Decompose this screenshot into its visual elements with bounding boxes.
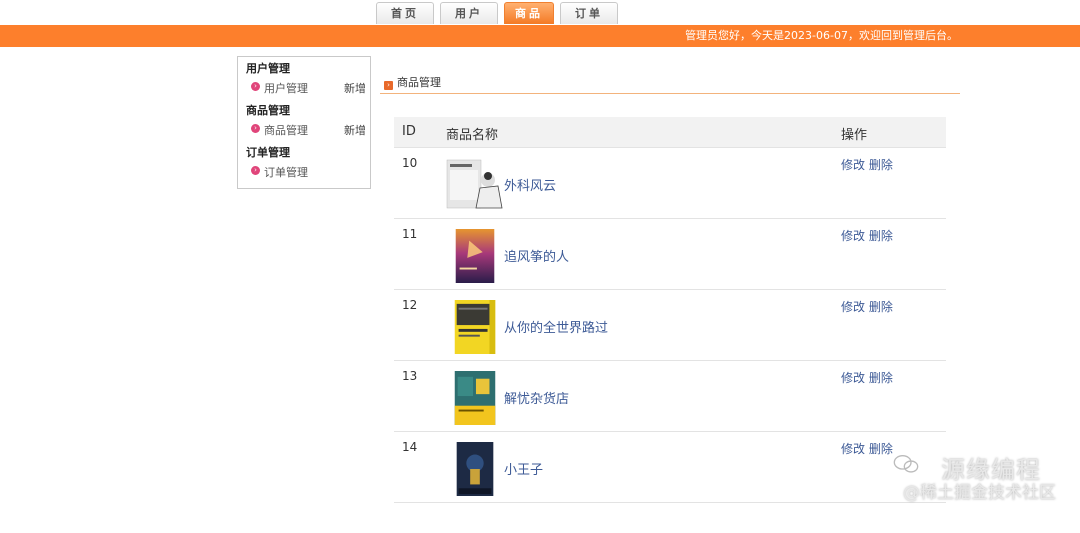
sidebar-section-products-title: 商品管理 (246, 104, 290, 117)
tab-home[interactable]: 首页 (376, 2, 434, 24)
sidebar-item-label[interactable]: 用户管理 (264, 80, 308, 96)
add-user-link[interactable]: 新增 (344, 80, 366, 96)
edit-link[interactable]: 修改 (841, 158, 865, 172)
add-product-link[interactable]: 新增 (344, 122, 366, 138)
table-header: ID 商品名称 操作 (394, 117, 946, 148)
row-actions: 修改 删除 (841, 227, 893, 244)
edit-link[interactable]: 修改 (841, 371, 865, 385)
product-table: ID 商品名称 操作 10 外科风云 修改 删除 11 追风筝的人 修改 删除 (394, 117, 946, 533)
row-id: 13 (402, 369, 418, 383)
sidebar-item-product-manage: › 商品管理 新增 (238, 119, 370, 141)
arrow-bullet-icon: › (251, 124, 260, 133)
sidebar: 用户管理 › 用户管理 新增 商品管理 › 商品管理 新增 订单管理 › 订单管… (237, 56, 371, 189)
watermark: 源缘编程 @稀土掘金技术社区 (893, 448, 1073, 503)
delete-link[interactable]: 删除 (869, 442, 893, 456)
product-name-link[interactable]: 追风筝的人 (504, 246, 569, 265)
tab-orders[interactable]: 订单 (560, 2, 618, 24)
wechat-icon (893, 455, 919, 473)
delete-link[interactable]: 删除 (869, 371, 893, 385)
product-name-link[interactable]: 外科风云 (504, 175, 556, 194)
column-header-ops: 操作 (841, 128, 868, 143)
row-id: 11 (402, 227, 418, 241)
edit-link[interactable]: 修改 (841, 300, 865, 314)
book-cover-image (454, 300, 496, 354)
arrow-bullet-icon: › (251, 82, 260, 91)
row-actions: 修改 删除 (841, 369, 893, 386)
tab-users[interactable]: 用户 (440, 2, 498, 24)
product-name-link[interactable]: 解忧杂货店 (504, 388, 569, 407)
book-cover-image (456, 442, 494, 496)
row-actions: 修改 删除 (841, 298, 893, 315)
row-actions: 修改 删除 (841, 440, 893, 457)
table-row (394, 503, 946, 533)
sidebar-item-label[interactable]: 订单管理 (264, 164, 308, 180)
watermark-subtitle: @稀土掘金技术社区 (903, 483, 1056, 503)
page-title: › 商品管理 (384, 74, 441, 90)
sidebar-item-user-manage: › 用户管理 新增 (238, 77, 370, 99)
tab-products[interactable]: 商品 (504, 2, 554, 24)
column-header-name: 商品名称 (446, 128, 499, 143)
product-name-link[interactable]: 小王子 (504, 459, 543, 478)
sidebar-section-users-title: 用户管理 (246, 62, 290, 75)
sidebar-item-order-manage: › 订单管理 (238, 161, 370, 183)
row-id: 12 (402, 298, 418, 312)
table-row: 10 外科风云 修改 删除 (394, 148, 946, 219)
row-id: 10 (402, 156, 418, 170)
delete-link[interactable]: 删除 (869, 300, 893, 314)
table-row: 12 从你的全世界路过 修改 删除 (394, 290, 946, 361)
row-id: 14 (402, 440, 418, 454)
welcome-text: 管理员您好，今天是2023-06-07，欢迎回到管理后台。 (685, 29, 958, 42)
column-header-id: ID (402, 124, 416, 139)
book-cover-image (446, 158, 504, 212)
book-cover-image (454, 371, 496, 425)
edit-link[interactable]: 修改 (841, 229, 865, 243)
row-actions: 修改 删除 (841, 156, 893, 173)
top-nav: 首页 用户 商品 订单 (376, 2, 624, 24)
edit-link[interactable]: 修改 (841, 442, 865, 456)
sidebar-section-orders-title: 订单管理 (246, 146, 290, 159)
title-arrow-icon: › (384, 81, 393, 90)
arrow-bullet-icon: › (251, 166, 260, 175)
book-cover-image (455, 229, 495, 283)
header-bar: 管理员您好，今天是2023-06-07，欢迎回到管理后台。 (0, 25, 1080, 47)
table-row: 14 小王子 修改 删除 (394, 432, 946, 503)
delete-link[interactable]: 删除 (869, 158, 893, 172)
delete-link[interactable]: 删除 (869, 229, 893, 243)
page-title-text: 商品管理 (397, 76, 441, 89)
table-row: 11 追风筝的人 修改 删除 (394, 219, 946, 290)
product-name-link[interactable]: 从你的全世界路过 (504, 317, 608, 336)
title-divider (380, 93, 960, 94)
sidebar-item-label[interactable]: 商品管理 (264, 122, 308, 138)
table-row: 13 解忧杂货店 修改 删除 (394, 361, 946, 432)
